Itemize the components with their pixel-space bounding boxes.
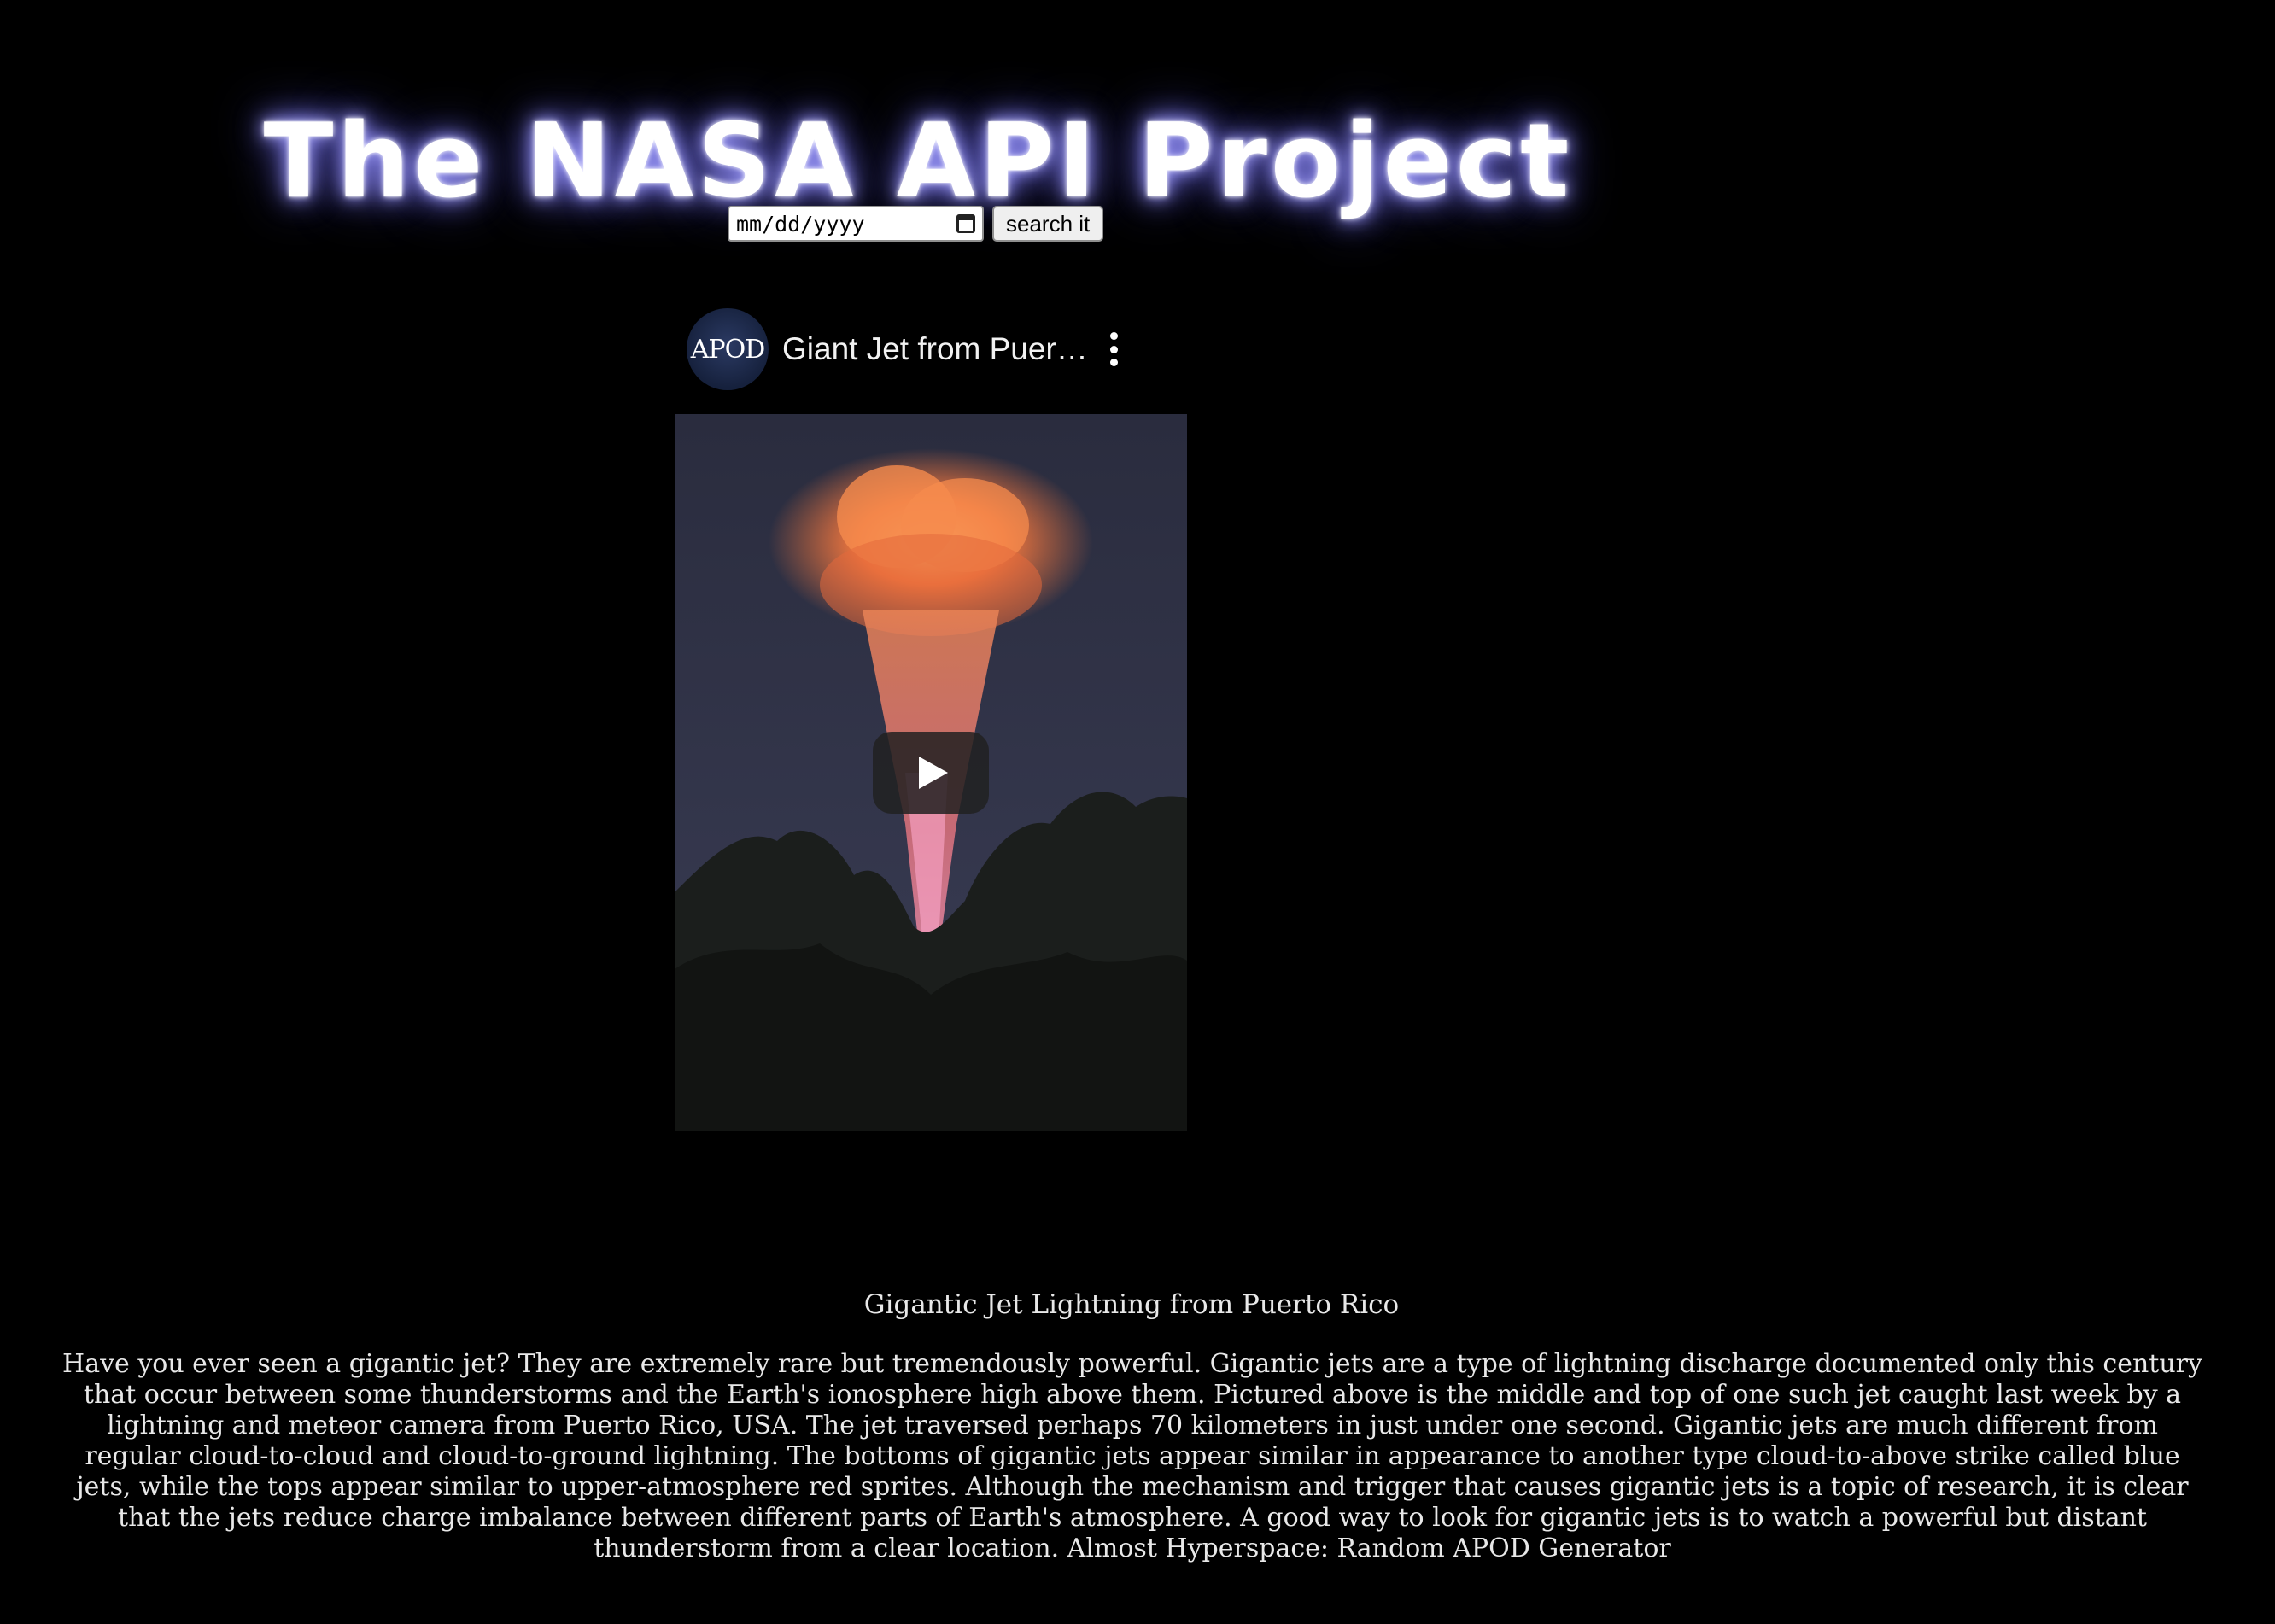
more-vertical-icon[interactable]	[1108, 332, 1119, 366]
play-icon	[919, 757, 948, 789]
search-row: mm/dd/yyyy search it	[728, 205, 1104, 242]
date-input[interactable]: mm/dd/yyyy	[728, 206, 984, 242]
video-player[interactable]	[675, 414, 1187, 1131]
play-button[interactable]	[873, 732, 989, 814]
calendar-icon[interactable]	[956, 214, 975, 233]
video-title-link[interactable]: Giant Jet from Puert...	[782, 331, 1090, 367]
search-button[interactable]: search it	[992, 206, 1104, 242]
page-title: The NASA API Project	[263, 102, 1573, 222]
apod-explanation: Have you ever seen a gigantic jet? They …	[62, 1349, 2202, 1563]
video-header: APOD Giant Jet from Puert...	[687, 307, 1148, 391]
apod-title: Gigantic Jet Lightning from Puerto Rico	[863, 1289, 1400, 1320]
channel-avatar[interactable]: APOD	[687, 308, 769, 390]
date-input-placeholder: mm/dd/yyyy	[736, 211, 865, 237]
